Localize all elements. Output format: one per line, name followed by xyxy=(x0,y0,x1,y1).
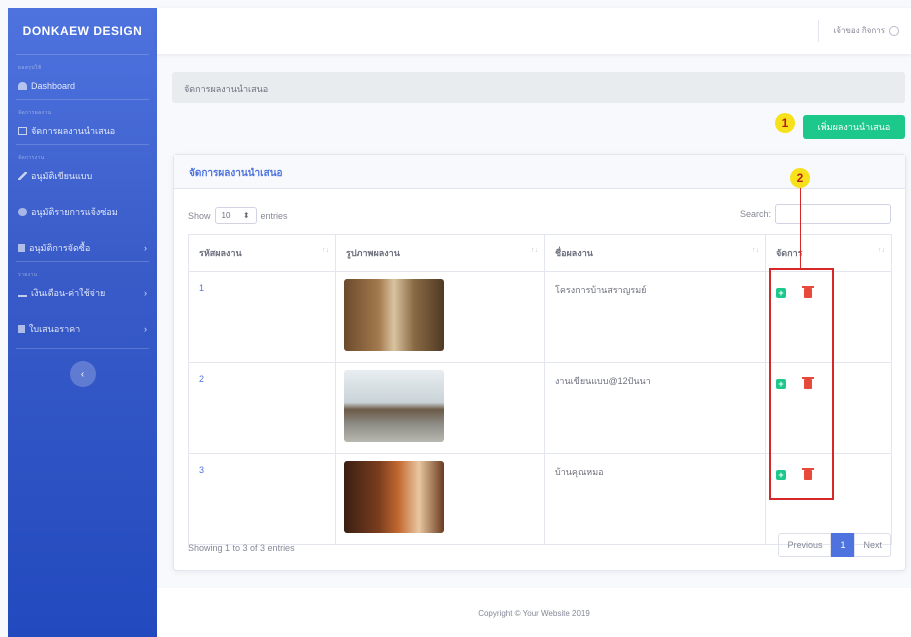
file-icon xyxy=(18,324,25,333)
row-code: 2 xyxy=(188,362,336,454)
sidebar-item-approve-repair[interactable]: อนุมัติรายการแจ้งซ่อม xyxy=(8,201,157,225)
sidebar-item-quotation[interactable]: ใบเสนอราคา › xyxy=(8,318,157,342)
sidebar-item-label: เงินเดือน-ค่าใช้จ่าย xyxy=(31,287,106,298)
search-input[interactable] xyxy=(775,204,891,224)
show-label: Show xyxy=(188,210,211,221)
topbar: เจ้าของ กิจการ xyxy=(157,8,911,54)
select-arrow-icon: ⬍ xyxy=(242,211,250,220)
entries-select[interactable]: 10 ⬍ xyxy=(214,207,257,224)
row-code: 1 xyxy=(188,271,336,363)
search-control: Search: xyxy=(740,204,891,224)
breadcrumb: จัดการผลงานนำเสนอ xyxy=(172,72,905,103)
sidebar-divider xyxy=(16,348,149,349)
annotation-marker-1: 1 xyxy=(775,113,795,133)
previous-page-button[interactable]: Previous xyxy=(778,533,832,557)
sidebar-toggle-button[interactable]: ‹ xyxy=(69,361,96,387)
brand-title[interactable]: DONKAEW DESIGN xyxy=(8,8,157,54)
sort-icon: ↑↓ xyxy=(752,247,759,254)
column-header-code[interactable]: รหัสผลงาน ↑↓ xyxy=(188,234,336,272)
row-image-cell xyxy=(335,362,545,454)
row-name: โครงการบ้านสราญรมย์ xyxy=(544,271,766,363)
column-header-name[interactable]: ชื่อผลงาน ↑↓ xyxy=(544,234,766,272)
annotation-marker-2: 2 xyxy=(790,168,810,188)
sort-icon: ↑↓ xyxy=(531,247,538,254)
table-header-row: รหัสผลงาน ↑↓ รูปภาพผลงาน ↑↓ ชื่อผลงาน ↑↓ จั… xyxy=(188,234,892,272)
page-1-button[interactable]: 1 xyxy=(831,533,855,557)
chevron-right-icon: › xyxy=(144,242,147,253)
money-icon xyxy=(18,289,27,297)
sidebar-heading: รายงาน xyxy=(18,272,38,278)
sidebar-heading: ผลสรุปใช้ xyxy=(18,65,42,71)
sidebar-item-label: อนุมัติรายการแจ้งซ่อม xyxy=(31,206,118,217)
sidebar-heading: จัดการผลงาน xyxy=(18,110,52,116)
sidebar-item-dashboard[interactable]: Dashboard xyxy=(8,75,157,99)
sort-icon: ↑↓ xyxy=(322,247,329,254)
page-footer: Copyright © Your Website 2019 xyxy=(157,588,911,637)
dashboard-icon xyxy=(18,81,27,90)
annotation-highlight-box xyxy=(769,268,834,500)
column-header-image[interactable]: รูปภาพผลงาน ↑↓ xyxy=(335,234,545,272)
entries-label: entries xyxy=(260,210,288,221)
chevron-right-icon: › xyxy=(144,323,147,334)
row-image-cell xyxy=(335,271,545,363)
sidebar-item-salary-expense[interactable]: เงินเดือน-ค่าใช้จ่าย › xyxy=(8,282,157,306)
annotation-line xyxy=(800,188,801,268)
sidebar-item-label: Dashboard xyxy=(31,80,76,91)
file-icon xyxy=(18,243,25,252)
sidebar-item-approve-purchase[interactable]: อนุมัติการจัดซื้อ › xyxy=(8,237,157,261)
column-header-actions[interactable]: จัดการ ↑↓ xyxy=(765,234,892,272)
table-controls: Show 10 ⬍ entries Search: xyxy=(188,204,891,224)
sidebar-item-label: อนุมัติการจัดซื้อ xyxy=(29,242,91,253)
portfolio-image xyxy=(344,370,444,442)
row-name: งานเขียนแบบ@12ปันนา xyxy=(544,362,766,454)
sort-icon: ↑↓ xyxy=(878,247,885,254)
sidebar-heading: จัดการงาน xyxy=(18,155,45,161)
entries-control: Show 10 ⬍ entries xyxy=(188,207,288,224)
chevron-right-icon: › xyxy=(144,287,147,298)
row-code: 3 xyxy=(188,453,336,545)
next-page-button[interactable]: Next xyxy=(854,533,891,557)
add-portfolio-button[interactable]: เพิ่มผลงานนำเสนอ xyxy=(803,115,905,139)
sidebar-item-label: ใบเสนอราคา xyxy=(29,323,81,334)
search-label: Search: xyxy=(739,209,771,219)
user-name: เจ้าของ กิจการ xyxy=(833,26,885,35)
portfolio-image xyxy=(344,279,444,351)
sidebar-item-manage-portfolio[interactable]: จัดการผลงานนำเสนอ xyxy=(8,120,157,144)
table-icon xyxy=(18,126,27,135)
pagination: Previous 1 Next xyxy=(778,533,891,557)
table-info: Showing 1 to 3 of 3 entries xyxy=(188,543,295,553)
sidebar-item-approve-design[interactable]: อนุมัติเขียนแบบ xyxy=(8,165,157,189)
topbar-divider xyxy=(818,20,819,42)
portfolio-image xyxy=(344,461,444,533)
sidebar: DONKAEW DESIGN ผลสรุปใช้ Dashboard จัดกา… xyxy=(8,8,157,637)
user-menu[interactable]: เจ้าของ กิจการ xyxy=(834,24,899,37)
sidebar-item-label: จัดการผลงานนำเสนอ xyxy=(31,125,116,136)
pen-icon xyxy=(18,171,27,180)
user-avatar-icon xyxy=(889,25,899,36)
entries-value: 10 xyxy=(221,211,231,220)
sidebar-item-label: อนุมัติเขียนแบบ xyxy=(31,170,93,181)
row-image-cell xyxy=(335,453,545,545)
row-name: บ้านคุณหมอ xyxy=(544,453,766,545)
chat-icon xyxy=(18,207,27,216)
